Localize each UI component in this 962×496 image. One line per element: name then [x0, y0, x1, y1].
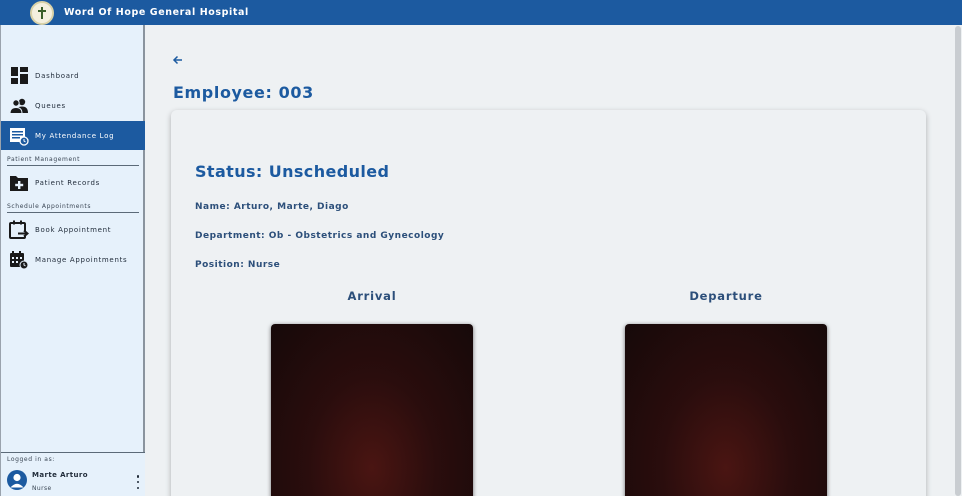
hospital-logo	[30, 0, 54, 25]
sidebar-item-queues[interactable]: Queues	[1, 91, 145, 120]
back-arrow-icon[interactable]	[171, 52, 185, 66]
employee-name: Name: Arturo, Marte, Diago	[195, 202, 349, 212]
arrival-heading: Arrival	[347, 289, 397, 303]
section-title-schedule-appointments: Schedule Appointments	[7, 203, 139, 213]
more-options-icon[interactable]	[135, 475, 141, 489]
arrival-photo	[271, 324, 473, 496]
section-title-patient-management: Patient Management	[7, 156, 139, 166]
employee-department: Department: Ob - Obstetrics and Gynecolo…	[195, 231, 445, 241]
status-heading: Status: Unscheduled	[195, 162, 390, 181]
user-name: Marte Arturo	[32, 471, 88, 479]
sidebar: Dashboard Queues My Attendance Log Patie…	[0, 25, 145, 496]
sidebar-item-label: Book Appointment	[35, 225, 112, 234]
top-bar: Word Of Hope General Hospital	[0, 0, 962, 25]
user-role: Nurse	[32, 485, 52, 492]
sidebar-item-label: My Attendance Log	[35, 131, 115, 140]
sidebar-item-label: Queues	[35, 101, 66, 110]
app-title: Word Of Hope General Hospital	[64, 7, 249, 18]
sidebar-item-dashboard[interactable]: Dashboard	[1, 61, 145, 90]
cross-icon	[38, 6, 46, 19]
employee-position: Position: Nurse	[195, 260, 281, 270]
sidebar-item-label: Dashboard	[35, 71, 80, 80]
sidebar-item-attendance-log[interactable]: My Attendance Log	[1, 121, 145, 150]
logged-in-label: Logged in as:	[7, 456, 55, 463]
user-footer: Logged in as: Marte Arturo Nurse	[1, 452, 145, 496]
user-icon	[10, 473, 24, 488]
sidebar-item-label: Patient Records	[35, 178, 100, 187]
departure-photo	[625, 324, 827, 496]
avatar	[7, 470, 27, 490]
attendance-card: Status: Unscheduled Name: Arturo, Marte,…	[171, 110, 926, 496]
sidebar-item-patient-records[interactable]: Patient Records	[1, 168, 145, 197]
dashboard-icon	[9, 66, 29, 86]
departure-heading: Departure	[689, 289, 763, 303]
main-content: Employee: 003 Status: Unscheduled Name: …	[147, 25, 954, 496]
calendar-arrow-icon	[9, 220, 29, 240]
calendar-clock-icon	[9, 250, 29, 270]
sidebar-item-manage-appointments[interactable]: Manage Appointments	[1, 245, 145, 274]
people-icon	[9, 96, 29, 116]
sidebar-item-label: Manage Appointments	[35, 255, 128, 264]
sidebar-item-book-appointment[interactable]: Book Appointment	[1, 215, 145, 244]
page-title: Employee: 003	[173, 83, 314, 102]
add-folder-icon	[9, 173, 29, 193]
scrollbar-thumb[interactable]	[955, 26, 961, 496]
attendance-log-icon	[9, 126, 29, 146]
